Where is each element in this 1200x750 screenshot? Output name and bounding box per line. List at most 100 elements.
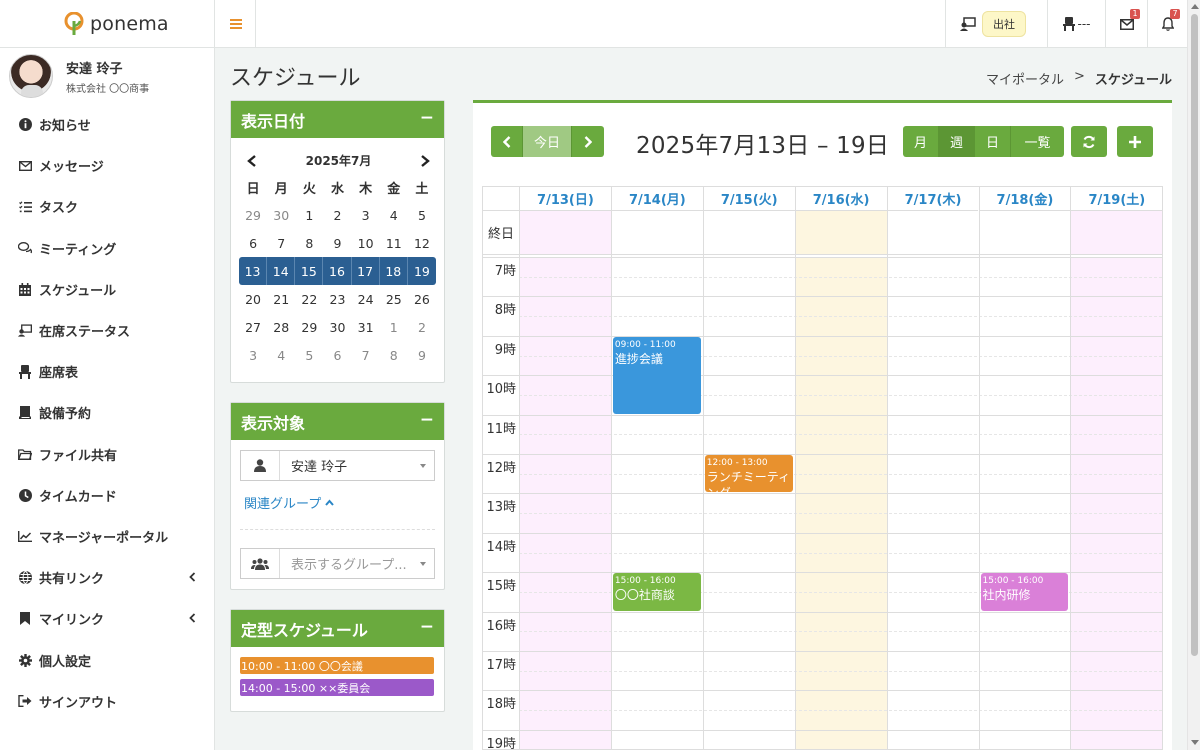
sidebar-item-10[interactable]: マネージャーポータル xyxy=(0,516,214,557)
chevron-right-icon[interactable] xyxy=(420,154,430,167)
mini-calendar-day[interactable]: 9 xyxy=(408,341,436,369)
sidebar-item-6[interactable]: 座席表 xyxy=(0,351,214,392)
mini-calendar-day[interactable]: 29 xyxy=(239,201,267,229)
calendar-event[interactable]: 12:00 - 13:00 ランチミーティング xyxy=(704,455,793,493)
day-header[interactable]: 7/18(金) xyxy=(978,187,1071,211)
mini-calendar-day[interactable]: 24 xyxy=(352,285,380,313)
mini-calendar-day[interactable]: 12 xyxy=(408,229,436,257)
mini-calendar-day[interactable]: 4 xyxy=(267,341,295,369)
view-day-button[interactable]: 日 xyxy=(975,126,1011,157)
sidebar-item-7[interactable]: 設備予約 xyxy=(0,392,214,433)
user-select[interactable]: 安達 玲子 xyxy=(240,450,435,481)
collapse-icon[interactable]: − xyxy=(420,108,434,128)
mini-calendar-day[interactable]: 15 xyxy=(295,257,324,285)
sidebar-item-11[interactable]: 共有リンク xyxy=(0,557,214,598)
fixed-schedule-item[interactable]: 14:00 - 15:00 ××委員会 xyxy=(240,679,434,696)
day-header[interactable]: 7/13(日) xyxy=(519,187,611,211)
sidebar-item-13[interactable]: 個人設定 xyxy=(0,639,214,680)
group-select[interactable]: 表示するグループ... xyxy=(240,548,435,579)
view-month-button[interactable]: 月 xyxy=(903,126,939,157)
mini-calendar-day[interactable]: 2 xyxy=(323,201,351,229)
mini-calendar-day[interactable]: 5 xyxy=(408,201,436,229)
sidebar-item-12[interactable]: マイリンク xyxy=(0,598,214,639)
day-column[interactable] xyxy=(610,187,703,749)
mini-calendar-day[interactable]: 18 xyxy=(379,257,408,285)
mini-calendar-day[interactable]: 10 xyxy=(352,229,380,257)
related-group-link[interactable]: 関連グループ xyxy=(244,493,444,512)
mini-calendar-day[interactable]: 3 xyxy=(239,341,267,369)
seat-button[interactable]: --- xyxy=(1047,0,1105,48)
mini-calendar-day[interactable]: 3 xyxy=(352,201,380,229)
mini-calendar-day[interactable]: 8 xyxy=(295,229,323,257)
fixed-schedule-item[interactable]: 10:00 - 11:00 〇〇会議 xyxy=(240,657,434,674)
prev-week-button[interactable] xyxy=(491,126,523,157)
scrollbar-thumb[interactable] xyxy=(1191,14,1198,656)
chevron-left-icon[interactable] xyxy=(247,154,257,167)
mini-calendar-day[interactable]: 14 xyxy=(267,257,296,285)
view-list-button[interactable]: 一覧 xyxy=(1011,126,1064,157)
mini-calendar-day[interactable]: 30 xyxy=(267,201,295,229)
calendar-event[interactable]: 09:00 - 11:00 進捗会議 xyxy=(612,336,701,414)
notification-button[interactable]: 7 xyxy=(1147,0,1187,48)
mini-calendar-day[interactable]: 21 xyxy=(267,285,295,313)
mini-calendar-day[interactable]: 13 xyxy=(239,257,268,285)
mail-button[interactable]: 1 xyxy=(1105,0,1147,48)
refresh-button[interactable] xyxy=(1071,126,1107,157)
sidebar-item-1[interactable]: メッセージ xyxy=(0,145,214,186)
mini-calendar-day[interactable]: 23 xyxy=(323,285,351,313)
scroll-down-icon[interactable] xyxy=(1191,740,1199,745)
collapse-icon[interactable]: − xyxy=(420,617,434,637)
mini-calendar-day[interactable]: 28 xyxy=(267,313,295,341)
mini-calendar-day[interactable]: 19 xyxy=(407,257,436,285)
logo[interactable]: ponema xyxy=(0,0,215,48)
mini-calendar-day[interactable]: 25 xyxy=(380,285,408,313)
mini-calendar-day[interactable]: 2 xyxy=(408,313,436,341)
calendar-event[interactable]: 15:00 - 16:00 社内研修 xyxy=(980,573,1069,611)
user-profile[interactable]: 安達 玲子 株式会社 〇〇商事 xyxy=(0,48,214,104)
day-column[interactable] xyxy=(794,187,887,749)
mini-calendar-day[interactable]: 17 xyxy=(351,257,380,285)
page-scrollbar[interactable] xyxy=(1187,0,1200,750)
day-header[interactable]: 7/16(水) xyxy=(794,187,887,211)
mini-calendar-day[interactable]: 20 xyxy=(239,285,267,313)
day-header[interactable]: 7/17(木) xyxy=(886,187,979,211)
sidebar-item-2[interactable]: タスク xyxy=(0,186,214,227)
mini-calendar-day[interactable]: 7 xyxy=(352,341,380,369)
day-header[interactable]: 7/15(火) xyxy=(702,187,795,211)
add-event-button[interactable] xyxy=(1117,126,1153,157)
collapse-icon[interactable]: − xyxy=(420,410,434,430)
scroll-up-icon[interactable] xyxy=(1191,4,1199,9)
mini-calendar-day[interactable]: 1 xyxy=(295,201,323,229)
sidebar-item-14[interactable]: サインアウト xyxy=(0,681,214,722)
day-header[interactable]: 7/19(土) xyxy=(1070,187,1162,211)
breadcrumb-parent[interactable]: マイポータル xyxy=(986,69,1064,88)
fixed-schedule-header[interactable]: 定型スケジュール − xyxy=(231,610,444,647)
mini-calendar-day[interactable]: 8 xyxy=(380,341,408,369)
mini-calendar-day[interactable]: 16 xyxy=(323,257,352,285)
attendance-status[interactable]: 出社 xyxy=(945,0,1047,48)
day-column[interactable] xyxy=(1070,187,1162,749)
day-column[interactable] xyxy=(519,187,611,749)
mini-calendar-day[interactable]: 7 xyxy=(267,229,295,257)
today-button[interactable]: 今日 xyxy=(523,126,572,157)
mini-calendar-day[interactable]: 1 xyxy=(380,313,408,341)
view-week-button[interactable]: 週 xyxy=(939,126,975,157)
sidebar-item-4[interactable]: スケジュール xyxy=(0,269,214,310)
mini-calendar-day[interactable]: 27 xyxy=(239,313,267,341)
target-panel-header[interactable]: 表示対象 − xyxy=(231,403,444,440)
mini-calendar-day[interactable]: 22 xyxy=(295,285,323,313)
mini-calendar-day[interactable]: 26 xyxy=(408,285,436,313)
mini-calendar-day[interactable]: 5 xyxy=(295,341,323,369)
menu-toggle-button[interactable] xyxy=(216,0,256,48)
chevron-left-icon[interactable] xyxy=(189,612,196,626)
mini-calendar-day[interactable]: 6 xyxy=(239,229,267,257)
sidebar-item-5[interactable]: 在席ステータス xyxy=(0,310,214,351)
mini-calendar-day[interactable]: 6 xyxy=(323,341,351,369)
mini-calendar-day[interactable]: 11 xyxy=(380,229,408,257)
sidebar-item-3[interactable]: ミーティング xyxy=(0,228,214,269)
mini-calendar-day[interactable]: 30 xyxy=(323,313,351,341)
mini-calendar-day[interactable]: 29 xyxy=(295,313,323,341)
mini-calendar-day[interactable]: 9 xyxy=(323,229,351,257)
mini-calendar-day[interactable]: 31 xyxy=(352,313,380,341)
sidebar-item-9[interactable]: タイムカード xyxy=(0,475,214,516)
